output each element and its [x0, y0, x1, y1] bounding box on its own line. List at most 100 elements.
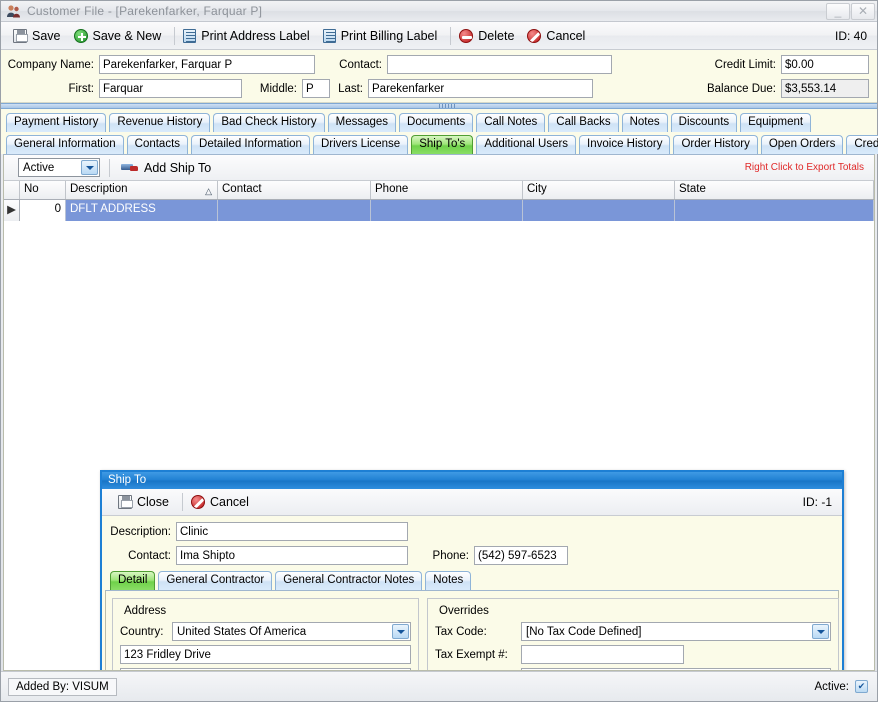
cancel-button[interactable]: Cancel — [523, 27, 594, 45]
tab-label: Call Notes — [484, 116, 538, 128]
company-name-input[interactable] — [99, 55, 315, 74]
toolbar-separator — [174, 26, 176, 45]
tab-bad-check-history[interactable]: Bad Check History — [213, 113, 325, 132]
address-line2-input[interactable] — [120, 668, 411, 670]
overrides-group-title: Overrides — [439, 605, 489, 617]
tab-label: Documents — [407, 116, 466, 128]
tab-label: Additional Users — [484, 138, 569, 150]
dialog-contact-input[interactable] — [176, 546, 408, 565]
tab-ship-to-s[interactable]: Ship To's — [411, 135, 474, 154]
window-active-label: Active: — [814, 680, 849, 693]
save-button[interactable]: Save — [9, 27, 70, 45]
tab-label: Invoice History — [587, 138, 663, 150]
print-billing-label-button[interactable]: Print Billing Label — [319, 27, 447, 45]
tab-label: Notes — [433, 574, 464, 586]
add-ship-to-button-label: Add Ship To — [144, 160, 212, 175]
print-address-label-button-label: Print Address Label — [201, 28, 310, 43]
tax-exempt-input[interactable] — [521, 645, 684, 664]
ship-to-grid: No Description △ Contact Phone City Stat… — [4, 181, 874, 221]
delete-button[interactable]: Delete — [455, 27, 523, 45]
close-button[interactable]: ✕ — [851, 2, 875, 20]
dialog-cancel-button[interactable]: Cancel — [187, 493, 258, 511]
dialog-tab-detail[interactable]: Detail — [110, 571, 156, 590]
splitter-bar[interactable] — [1, 103, 877, 109]
tab-contacts[interactable]: Contacts — [126, 135, 189, 154]
tab-payment-history[interactable]: Payment History — [6, 113, 107, 132]
grid-header-description[interactable]: Description △ — [66, 181, 218, 199]
dialog-tab-general-contractor-notes[interactable]: General Contractor Notes — [275, 571, 423, 590]
tab-drivers-license[interactable]: Drivers License — [312, 135, 409, 154]
grid-header-phone[interactable]: Phone — [371, 181, 523, 199]
status-filter-select[interactable]: Active — [18, 158, 100, 177]
dialog-description-input[interactable] — [176, 522, 408, 541]
first-name-input[interactable] — [99, 79, 242, 98]
tab-call-notes[interactable]: Call Notes — [476, 113, 546, 132]
address-line1-input[interactable] — [120, 645, 411, 664]
dialog-close-button-label: Close — [137, 495, 169, 509]
dialog-tab-row: Detail General Contractor General Contract… — [107, 569, 842, 590]
tab-detailed-information[interactable]: Detailed Information — [191, 135, 310, 154]
dialog-close-button[interactable]: Close — [114, 493, 178, 511]
overrides-group: Overrides Tax Code: [No Tax Code Defined… — [427, 598, 839, 671]
save-button-label: Save — [32, 28, 61, 43]
grid-header-contact[interactable]: Contact — [218, 181, 371, 199]
tab-revenue-history[interactable]: Revenue History — [109, 113, 211, 132]
chevron-down-icon[interactable] — [812, 670, 829, 671]
tab-order-history[interactable]: Order History — [673, 135, 758, 154]
tab-label: Credit History — [854, 138, 878, 150]
grid-header-state[interactable]: State — [675, 181, 874, 199]
tab-invoice-history[interactable]: Invoice History — [579, 135, 671, 154]
dialog-tab-general-contractor[interactable]: General Contractor — [158, 571, 273, 590]
tax-code-select[interactable]: [No Tax Code Defined] — [521, 622, 831, 641]
export-totals-hint: Right Click to Export Totals — [744, 162, 864, 173]
grid-header-row: No Description △ Contact Phone City Stat… — [4, 181, 874, 200]
tab-label: Discounts — [678, 116, 730, 128]
country-select[interactable]: United States Of America — [172, 622, 411, 641]
tab-additional-users[interactable]: Additional Users — [476, 135, 577, 154]
dialog-phone-label: Phone: — [432, 549, 469, 562]
balance-due-value — [781, 79, 869, 98]
ship-to-subtoolbar: Active Add Ship To Right Click to Export… — [4, 155, 874, 181]
tab-messages[interactable]: Messages — [327, 113, 397, 132]
tab-documents[interactable]: Documents — [399, 113, 474, 132]
ship-to-dialog-tabs: Detail General Contractor General Contract… — [102, 569, 842, 590]
minimize-button[interactable]: _ — [826, 2, 850, 20]
address-group: Address Country: United States Of Americ… — [112, 598, 419, 670]
toolbar-separator — [450, 26, 452, 45]
table-row[interactable]: ▶ 0 DFLT ADDRESS — [4, 200, 874, 221]
salesperson-select[interactable]: [No Salesperson Defined] — [521, 668, 831, 671]
truck-icon — [121, 162, 139, 174]
tab-discounts[interactable]: Discounts — [670, 113, 738, 132]
credit-summary-panel: Credit Limit: Balance Due: — [695, 54, 869, 102]
grid-header-no[interactable]: No — [20, 181, 66, 199]
chevron-down-icon[interactable] — [81, 160, 98, 175]
save-icon — [13, 28, 28, 43]
tab-open-orders[interactable]: Open Orders — [760, 135, 844, 154]
tab-credit-history[interactable]: Credit History — [846, 135, 878, 154]
tab-label: Messages — [335, 116, 389, 128]
print-billing-label-button-label: Print Billing Label — [340, 28, 438, 43]
save-and-new-button-label: Save & New — [92, 28, 162, 43]
tab-notes[interactable]: Notes — [621, 113, 668, 132]
middle-name-input[interactable] — [302, 79, 330, 98]
credit-limit-input[interactable] — [781, 55, 869, 74]
customer-people-icon — [6, 4, 22, 19]
grid-header-city[interactable]: City — [523, 181, 675, 199]
tab-equipment[interactable]: Equipment — [740, 113, 812, 132]
address-line1-row — [120, 645, 411, 664]
chevron-down-icon[interactable] — [812, 624, 829, 639]
dialog-phone-input[interactable] — [474, 546, 568, 565]
chevron-down-icon[interactable] — [392, 624, 409, 639]
tab-call-backs[interactable]: Call Backs — [548, 113, 619, 132]
save-and-new-button[interactable]: Save & New — [70, 27, 171, 45]
add-ship-to-button[interactable]: Add Ship To — [117, 159, 220, 177]
contact-input[interactable] — [387, 55, 612, 74]
last-name-input[interactable] — [368, 79, 593, 98]
print-address-label-button[interactable]: Print Address Label — [179, 27, 318, 45]
tab-general-information[interactable]: General Information — [6, 135, 124, 154]
ship-to-dialog: Ship To Close Cancel ID: -1 Description:… — [100, 470, 844, 671]
print-icon — [183, 28, 197, 43]
dialog-tab-notes[interactable]: Notes — [425, 571, 472, 590]
window-active-checkbox[interactable] — [855, 680, 868, 693]
main-toolbar: Save Save & New Print Address Label Prin… — [1, 22, 877, 50]
